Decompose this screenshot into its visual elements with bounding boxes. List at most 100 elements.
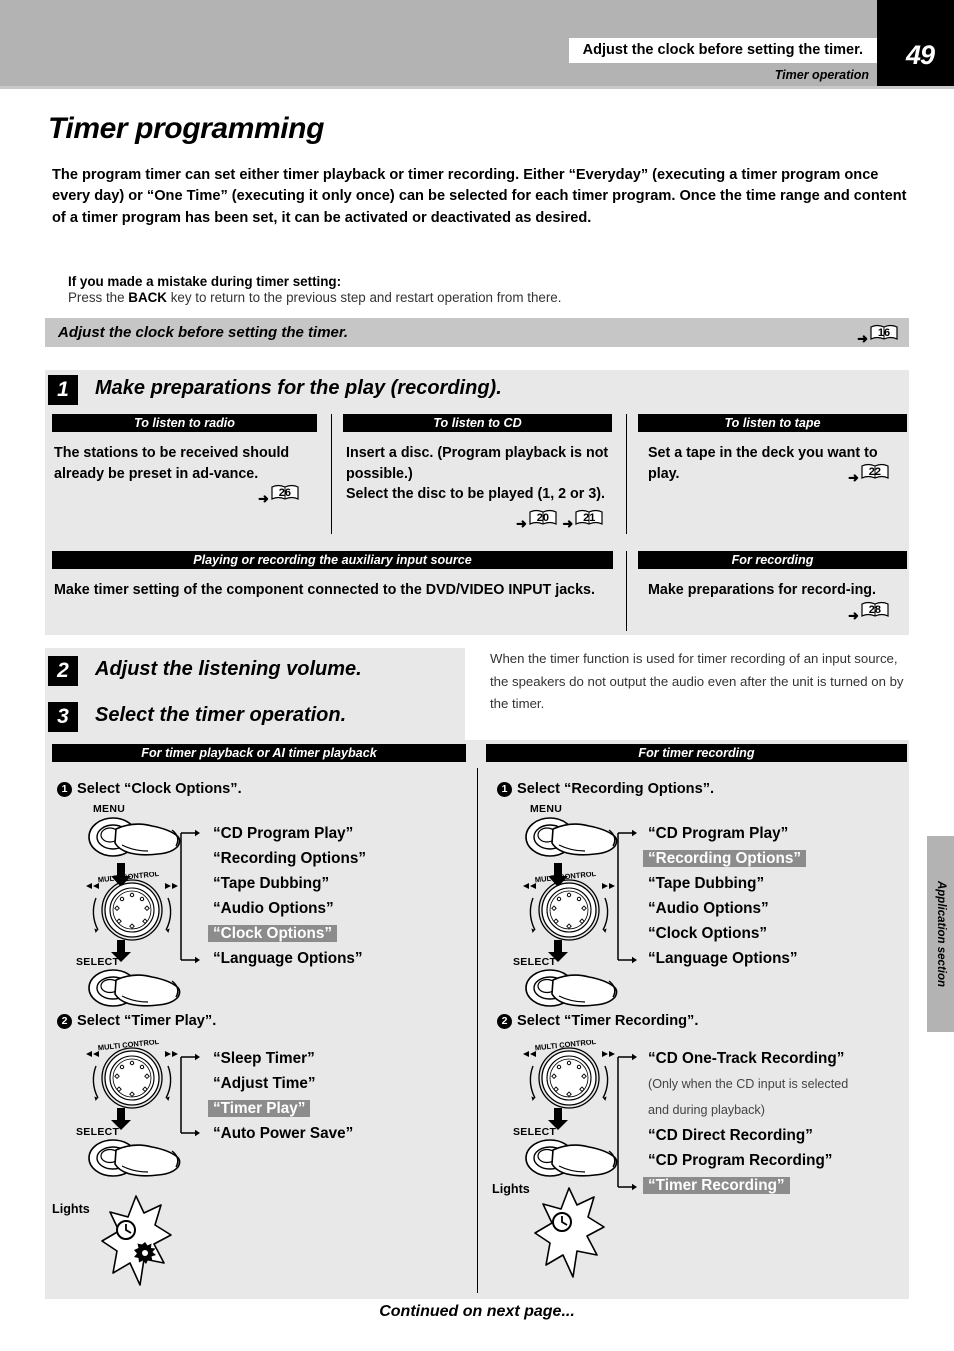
page-ref-number: 22: [868, 466, 882, 478]
intro-paragraph: The program timer can set either timer p…: [52, 167, 907, 226]
menu-item[interactable]: “CD Program Play”: [213, 821, 366, 846]
menu-item[interactable]: “Sleep Timer”: [213, 1046, 353, 1071]
left-menu-list-1[interactable]: “CD Program Play” “Recording Options” “Tap…: [208, 821, 366, 971]
book-ref-icon: ➜ 22: [848, 462, 890, 487]
page-number: 49: [905, 40, 935, 70]
prep-caption-radio: To listen to radio: [52, 414, 317, 432]
menu-item-label: (Only when the CD input is selected: [648, 1077, 849, 1091]
prep-caption-tape: To listen to tape: [638, 414, 907, 432]
timer-recording-note: When the timer function is used for time…: [490, 651, 904, 712]
book-ref-icon: ➜ 20: [516, 508, 558, 533]
page-ref-16: ➜ 16: [857, 323, 899, 348]
menu-item[interactable]: “Audio Options”: [648, 896, 806, 921]
page-title: Timer programming: [48, 112, 325, 145]
clock-icon: [552, 1212, 572, 1232]
menu-item-label: “CD One-Track Recording”: [648, 1050, 845, 1067]
arrow-right-icon: ➜: [258, 491, 269, 507]
page-ref-number: 20: [536, 512, 550, 524]
left-select-knob-label-2: SELECT: [76, 1126, 120, 1138]
book-ref-icon: ➜ 16: [857, 323, 899, 348]
side-tab: Application section: [927, 836, 954, 1032]
left-substep-2: 2 Select “Timer Play”.: [57, 1013, 216, 1029]
menu-item[interactable]: “Tape Dubbing”: [213, 871, 366, 896]
substep-bullet-1: 1: [497, 782, 512, 797]
left-column-caption: For timer playback or AI timer playback: [52, 744, 466, 762]
right-column-caption: For timer recording: [486, 744, 907, 762]
menu-item[interactable]: and during playback): [648, 1097, 848, 1123]
select-button-hand-illustration: [88, 969, 181, 1007]
page-ref-26: ➜ 26: [258, 483, 300, 508]
multi-control-dial-icon: MULTI CONTROL: [86, 1040, 178, 1109]
footer-continued: Continued on next page...: [379, 1303, 575, 1320]
header-section-label: Timer operation: [774, 68, 869, 82]
multi-control-dial-icon: MULTI CONTROL: [523, 1040, 615, 1109]
prep-divider-2: [626, 414, 627, 534]
right-menu-list-1[interactable]: “CD Program Play” “Recording Options” “Tap…: [643, 821, 806, 971]
multi-control-dial-icon: MULTI CONTROL: [86, 872, 178, 941]
right-menu-brace-2: [617, 1053, 637, 1191]
page-ref-number: 26: [278, 487, 292, 499]
arrow-right-icon: ➜: [848, 608, 859, 624]
left-menu-brace: [180, 829, 200, 964]
step-1-title: Make preparations for the play (recordin…: [95, 377, 502, 399]
step-2-title: Adjust the listening volume.: [95, 658, 362, 680]
menu-item[interactable]: “Adjust Time”: [213, 1071, 353, 1096]
right-menu-knob-label: MENU: [530, 803, 563, 815]
mistake-after: key to return to the previous step and r…: [166, 290, 562, 305]
menu-item-label: “Audio Options”: [213, 900, 334, 917]
menu-item[interactable]: “Clock Options”: [648, 921, 806, 946]
prep-body-radio: The stations to be received should alrea…: [54, 445, 290, 483]
menu-item-label: “Auto Power Save”: [213, 1125, 354, 1142]
page-ref-28: ➜ 28: [848, 600, 890, 625]
menu-item[interactable]: “Auto Power Save”: [213, 1121, 353, 1146]
menu-item[interactable]: “Timer Recording”: [643, 1173, 848, 1198]
menu-item[interactable]: “Recording Options”: [643, 846, 806, 871]
menu-item[interactable]: “Tape Dubbing”: [648, 871, 806, 896]
left-substep-2-text: Select “Timer Play”.: [77, 1013, 217, 1029]
step-1-number: 1: [48, 375, 78, 405]
menu-item[interactable]: “Language Options”: [648, 946, 806, 971]
column-divider: [477, 768, 479, 1293]
mistake-text: Press the BACK key to return to the prev…: [68, 290, 561, 305]
step-3-title: Select the timer operation.: [95, 704, 347, 726]
multi-control-dial-icon: MULTI CONTROL: [523, 872, 615, 941]
menu-item-label: “Language Options”: [213, 950, 363, 967]
menu-item-label: “Tape Dubbing”: [213, 875, 330, 892]
page-ref-22: ➜ 22: [848, 462, 890, 487]
back-key-label: BACK: [128, 290, 167, 305]
menu-item[interactable]: “CD Direct Recording”: [648, 1123, 848, 1148]
right-lights-label: Lights: [492, 1182, 530, 1196]
book-ref-icon: ➜ 28: [848, 600, 890, 625]
menu-item[interactable]: “Recording Options”: [213, 846, 366, 871]
menu-item-label: “Sleep Timer”: [213, 1050, 315, 1067]
menu-item[interactable]: “Clock Options”: [208, 921, 366, 946]
menu-item[interactable]: “CD Program Recording”: [648, 1148, 848, 1173]
book-ref-icon: ➜ 21: [562, 508, 604, 533]
menu-item-label: “CD Direct Recording”: [648, 1127, 813, 1144]
svg-text:MULTI CONTROL: MULTI CONTROL: [97, 1040, 160, 1052]
page-ref-number: 28: [868, 604, 882, 616]
right-substep-2: 2 Select “Timer Recording”.: [497, 1013, 698, 1029]
aux-caption: Playing or recording the auxiliary input…: [52, 551, 613, 569]
menu-item[interactable]: “Audio Options”: [213, 896, 366, 921]
header-divider: [0, 86, 954, 89]
menu-item[interactable]: “Timer Play”: [208, 1096, 353, 1121]
menu-item[interactable]: “Language Options”: [213, 946, 366, 971]
menu-item[interactable]: “CD Program Play”: [648, 821, 806, 846]
recording-caption: For recording: [638, 551, 907, 569]
menu-item[interactable]: (Only when the CD input is selected: [648, 1071, 848, 1097]
left-substep-1-text: Select “Clock Options”.: [77, 781, 242, 797]
menu-item-label: “Language Options”: [648, 950, 798, 967]
right-menu-brace: [617, 829, 637, 964]
menu-item[interactable]: “CD One-Track Recording”: [648, 1046, 848, 1071]
left-menu-knob-label: MENU: [93, 803, 126, 815]
lights-burst-icon: [101, 1195, 172, 1286]
right-substep-2-text: Select “Timer Recording”.: [517, 1013, 699, 1029]
menu-item-label: “Audio Options”: [648, 900, 769, 917]
right-menu-list-2[interactable]: “CD One-Track Recording” (Only when the C…: [643, 1046, 848, 1198]
left-substep-1: 1 Select “Clock Options”.: [57, 781, 242, 797]
left-menu-list-2[interactable]: “Sleep Timer” “Adjust Time” “Timer Play” “A…: [208, 1046, 353, 1146]
clock-icon: [116, 1220, 136, 1240]
arrow-right-icon: ➜: [848, 470, 859, 486]
right-select-knob-label-2: SELECT: [513, 1126, 557, 1138]
